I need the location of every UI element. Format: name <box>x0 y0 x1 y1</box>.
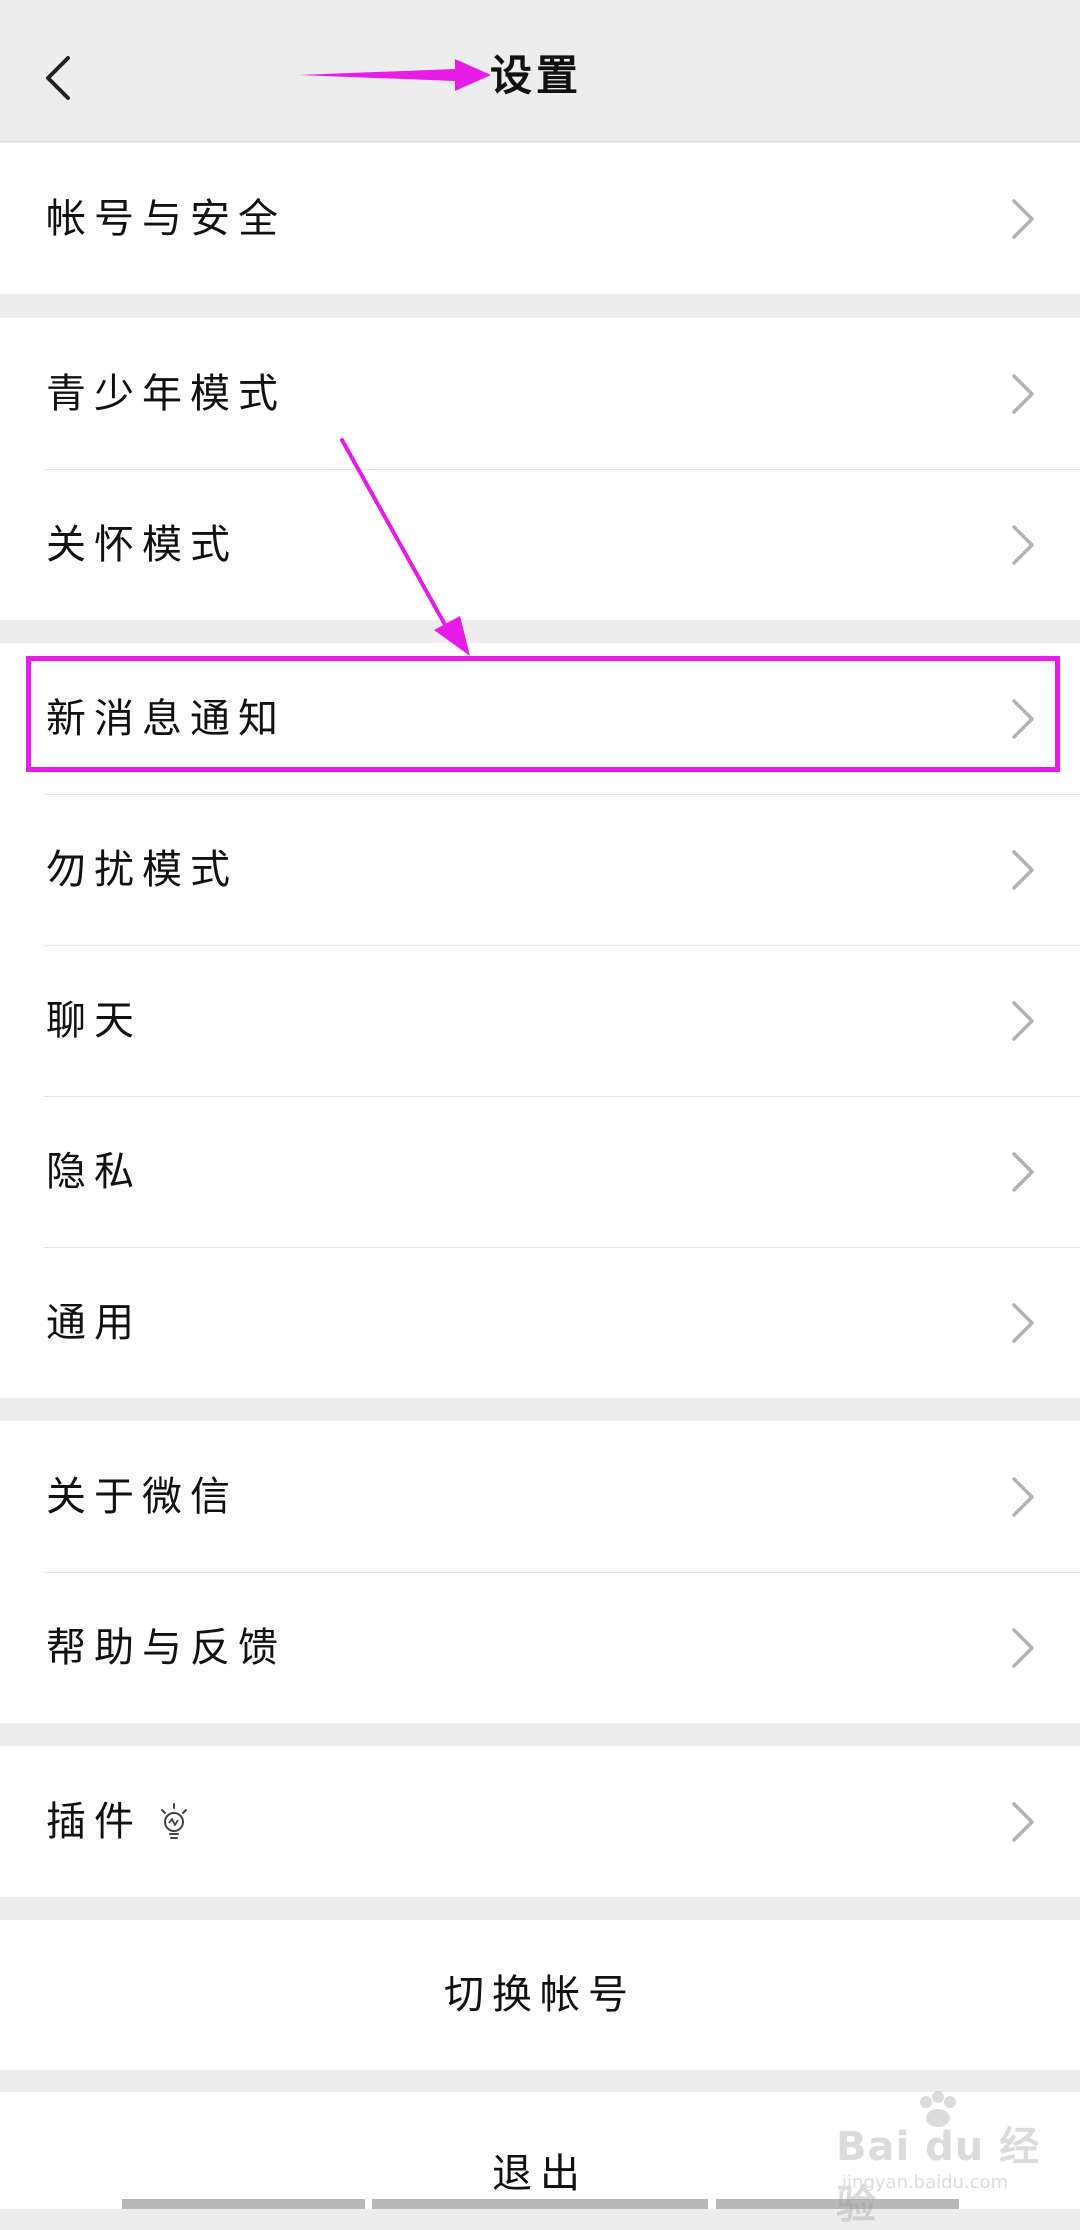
settings-group-modes: 青少年模式 关怀模式 <box>0 318 1080 620</box>
lightbulb-icon <box>156 1802 192 1842</box>
switch-account-label: 切换帐号 <box>444 1972 636 2018</box>
chevron-right-icon <box>1012 698 1034 739</box>
settings-item-chat[interactable]: 聊天 <box>0 945 1080 1096</box>
settings-item-account-security[interactable]: 帐号与安全 <box>0 143 1080 294</box>
chevron-right-icon <box>1012 1000 1034 1041</box>
home-indicator-segment <box>716 2199 959 2209</box>
settings-item-label: 聊天 <box>46 997 142 1044</box>
settings-item-label: 关于微信 <box>46 1473 238 1520</box>
chevron-right-icon <box>1012 373 1034 414</box>
settings-item-label: 青少年模式 <box>46 370 286 417</box>
settings-item-label: 帮助与反馈 <box>46 1624 286 1671</box>
settings-item-label: 通用 <box>46 1299 142 1346</box>
chevron-right-icon <box>1012 1801 1034 1842</box>
settings-group-plugins: 插件 <box>0 1746 1080 1897</box>
home-indicator-segment <box>122 2199 365 2209</box>
chevron-right-icon <box>1012 1151 1034 1192</box>
settings-item-about-wechat[interactable]: 关于微信 <box>0 1421 1080 1572</box>
settings-group-general: 新消息通知 勿扰模式 聊天 隐私 通用 <box>0 643 1080 1398</box>
settings-item-do-not-disturb[interactable]: 勿扰模式 <box>0 794 1080 945</box>
settings-item-label: 插件 <box>46 1798 142 1845</box>
chevron-left-icon <box>46 56 70 100</box>
settings-item-label: 勿扰模式 <box>46 846 238 893</box>
settings-item-label: 隐私 <box>46 1148 142 1195</box>
settings-item-notifications[interactable]: 新消息通知 <box>0 643 1080 794</box>
settings-group-account: 帐号与安全 <box>0 143 1080 294</box>
logout-button[interactable]: 退出 <box>0 2092 1080 2209</box>
chevron-right-icon <box>1012 524 1034 565</box>
switch-account-button[interactable]: 切换帐号 <box>0 1920 1080 2070</box>
settings-item-label: 新消息通知 <box>46 695 286 742</box>
chevron-right-icon <box>1012 1627 1034 1668</box>
settings-item-plugins[interactable]: 插件 <box>0 1746 1080 1897</box>
back-button[interactable] <box>30 40 86 116</box>
home-indicator-segment <box>372 2199 708 2209</box>
settings-item-teen-mode[interactable]: 青少年模式 <box>0 318 1080 469</box>
settings-item-care-mode[interactable]: 关怀模式 <box>0 469 1080 620</box>
settings-group-about: 关于微信 帮助与反馈 <box>0 1421 1080 1723</box>
settings-item-label: 关怀模式 <box>46 521 238 568</box>
header-bar: 设置 <box>0 0 1080 142</box>
chevron-right-icon <box>1012 849 1034 890</box>
chevron-right-icon <box>1012 1302 1034 1343</box>
page-title: 设置 <box>490 51 583 100</box>
chevron-right-icon <box>1012 198 1034 239</box>
settings-item-label: 帐号与安全 <box>46 195 286 242</box>
settings-item-help-feedback[interactable]: 帮助与反馈 <box>0 1572 1080 1723</box>
logout-label: 退出 <box>492 2151 588 2197</box>
settings-item-general[interactable]: 通用 <box>0 1247 1080 1398</box>
settings-item-privacy[interactable]: 隐私 <box>0 1096 1080 1247</box>
chevron-right-icon <box>1012 1476 1034 1517</box>
